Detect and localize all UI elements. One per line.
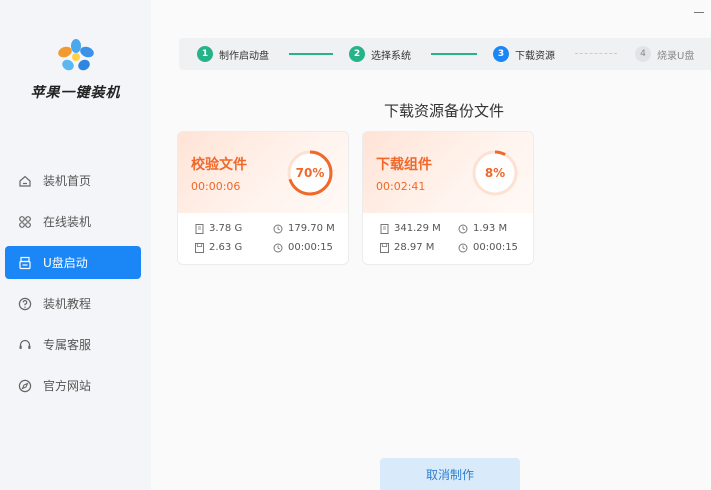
online-install-icon [17, 214, 33, 230]
step-label: 选择系统 [371, 50, 411, 62]
step-number: 3 [493, 46, 509, 62]
step-label: 制作启动盘 [219, 50, 269, 62]
step-connector [575, 53, 617, 54]
usb-icon [17, 255, 33, 271]
download-card-verify: 校验文件 00:00:06 70% 3.78 G 179.70 M 2.63 G… [177, 131, 349, 265]
sidebar-nav: 装机首页 在线装机 U盘启动 装机教程 专属客服 官方网站 [0, 164, 151, 410]
step-connector [289, 53, 333, 55]
stat-total-size: 3.78 G [195, 223, 242, 234]
card-stats: 3.78 G 179.70 M 2.63 G 00:00:15 [178, 213, 348, 264]
step-number: 1 [197, 46, 213, 62]
sidebar-item-support[interactable]: 专属客服 [5, 328, 141, 361]
step-make-boot-disk: 1 制作启动盘 [197, 46, 269, 62]
clock-icon [458, 224, 468, 233]
stat-done-size: 2.63 G [195, 242, 242, 253]
sidebar-item-website[interactable]: 官方网站 [5, 369, 141, 402]
minimize-icon [694, 11, 704, 13]
sidebar-item-label: 装机首页 [43, 174, 92, 188]
step-download-resources: 3 下载资源 [493, 46, 555, 62]
sidebar-item-tutorial[interactable]: 装机教程 [5, 287, 141, 320]
save-icon [380, 242, 389, 253]
card-stats: 341.29 M 1.93 M 28.97 M 00:00:15 [363, 213, 533, 264]
step-number: 2 [349, 46, 365, 62]
progress-percent: 70% [295, 166, 325, 180]
help-icon [17, 296, 33, 312]
save-icon [195, 242, 204, 253]
card-title: 校验文件 [191, 157, 247, 173]
card-elapsed-time: 00:00:06 [191, 180, 241, 193]
cancel-button[interactable]: 取消制作 [380, 458, 520, 490]
headset-icon [17, 337, 33, 353]
sidebar-item-label: 在线装机 [43, 215, 92, 229]
stat-speed: 1.93 M [458, 223, 507, 234]
step-burn-usb: 4 烧录U盘 [635, 46, 694, 62]
step-number: 4 [635, 46, 651, 62]
step-select-system: 2 选择系统 [349, 46, 411, 62]
sidebar-item-label: U盘启动 [43, 256, 88, 270]
clock-icon [458, 243, 468, 252]
stat-done-size: 28.97 M [380, 242, 434, 253]
stat-speed: 179.70 M [273, 223, 335, 234]
sidebar-item-label: 专属客服 [43, 338, 92, 352]
sidebar: 苹果一键装机 装机首页 在线装机 U盘启动 装机教程 专属客服 官方网站 [0, 0, 151, 490]
card-title: 下载组件 [376, 157, 432, 173]
step-label: 下载资源 [515, 50, 555, 62]
main-panel: 1 制作启动盘 2 选择系统 3 下载资源 4 烧录U盘 下载资源备份文件 校验… [151, 0, 711, 490]
file-icon [380, 223, 389, 234]
sidebar-item-label: 官方网站 [43, 379, 92, 393]
step-bar: 1 制作启动盘 2 选择系统 3 下载资源 4 烧录U盘 [179, 38, 711, 70]
card-header: 校验文件 00:00:06 70% [178, 132, 348, 213]
step-connector [431, 53, 477, 55]
step-label: 烧录U盘 [657, 50, 695, 62]
stat-total-size: 341.29 M [380, 223, 441, 234]
page-title: 下载资源备份文件 [383, 102, 504, 120]
app-logo: 苹果一键装机 [0, 38, 151, 102]
progress-percent: 8% [484, 166, 506, 180]
download-card-components: 下载组件 00:02:41 8% 341.29 M 1.93 M 28.97 M… [362, 131, 534, 265]
clock-icon [273, 224, 283, 233]
app-name: 苹果一键装机 [30, 85, 121, 101]
clock-icon [273, 243, 283, 252]
minimize-button[interactable] [693, 6, 705, 18]
card-elapsed-time: 00:02:41 [376, 180, 426, 193]
stat-remaining: 00:00:15 [273, 242, 333, 253]
home-icon [17, 173, 33, 189]
card-header: 下载组件 00:02:41 8% [363, 132, 533, 213]
progress-ring: 70% [286, 149, 334, 197]
compass-icon [17, 378, 33, 394]
stat-remaining: 00:00:15 [458, 242, 518, 253]
sidebar-item-home[interactable]: 装机首页 [5, 164, 141, 197]
sidebar-item-usb-boot[interactable]: U盘启动 [5, 246, 141, 279]
logo-flower-icon [57, 39, 94, 71]
sidebar-item-label: 装机教程 [43, 297, 92, 311]
progress-ring: 8% [471, 149, 519, 197]
file-icon [195, 223, 204, 234]
sidebar-item-online-install[interactable]: 在线装机 [5, 205, 141, 238]
